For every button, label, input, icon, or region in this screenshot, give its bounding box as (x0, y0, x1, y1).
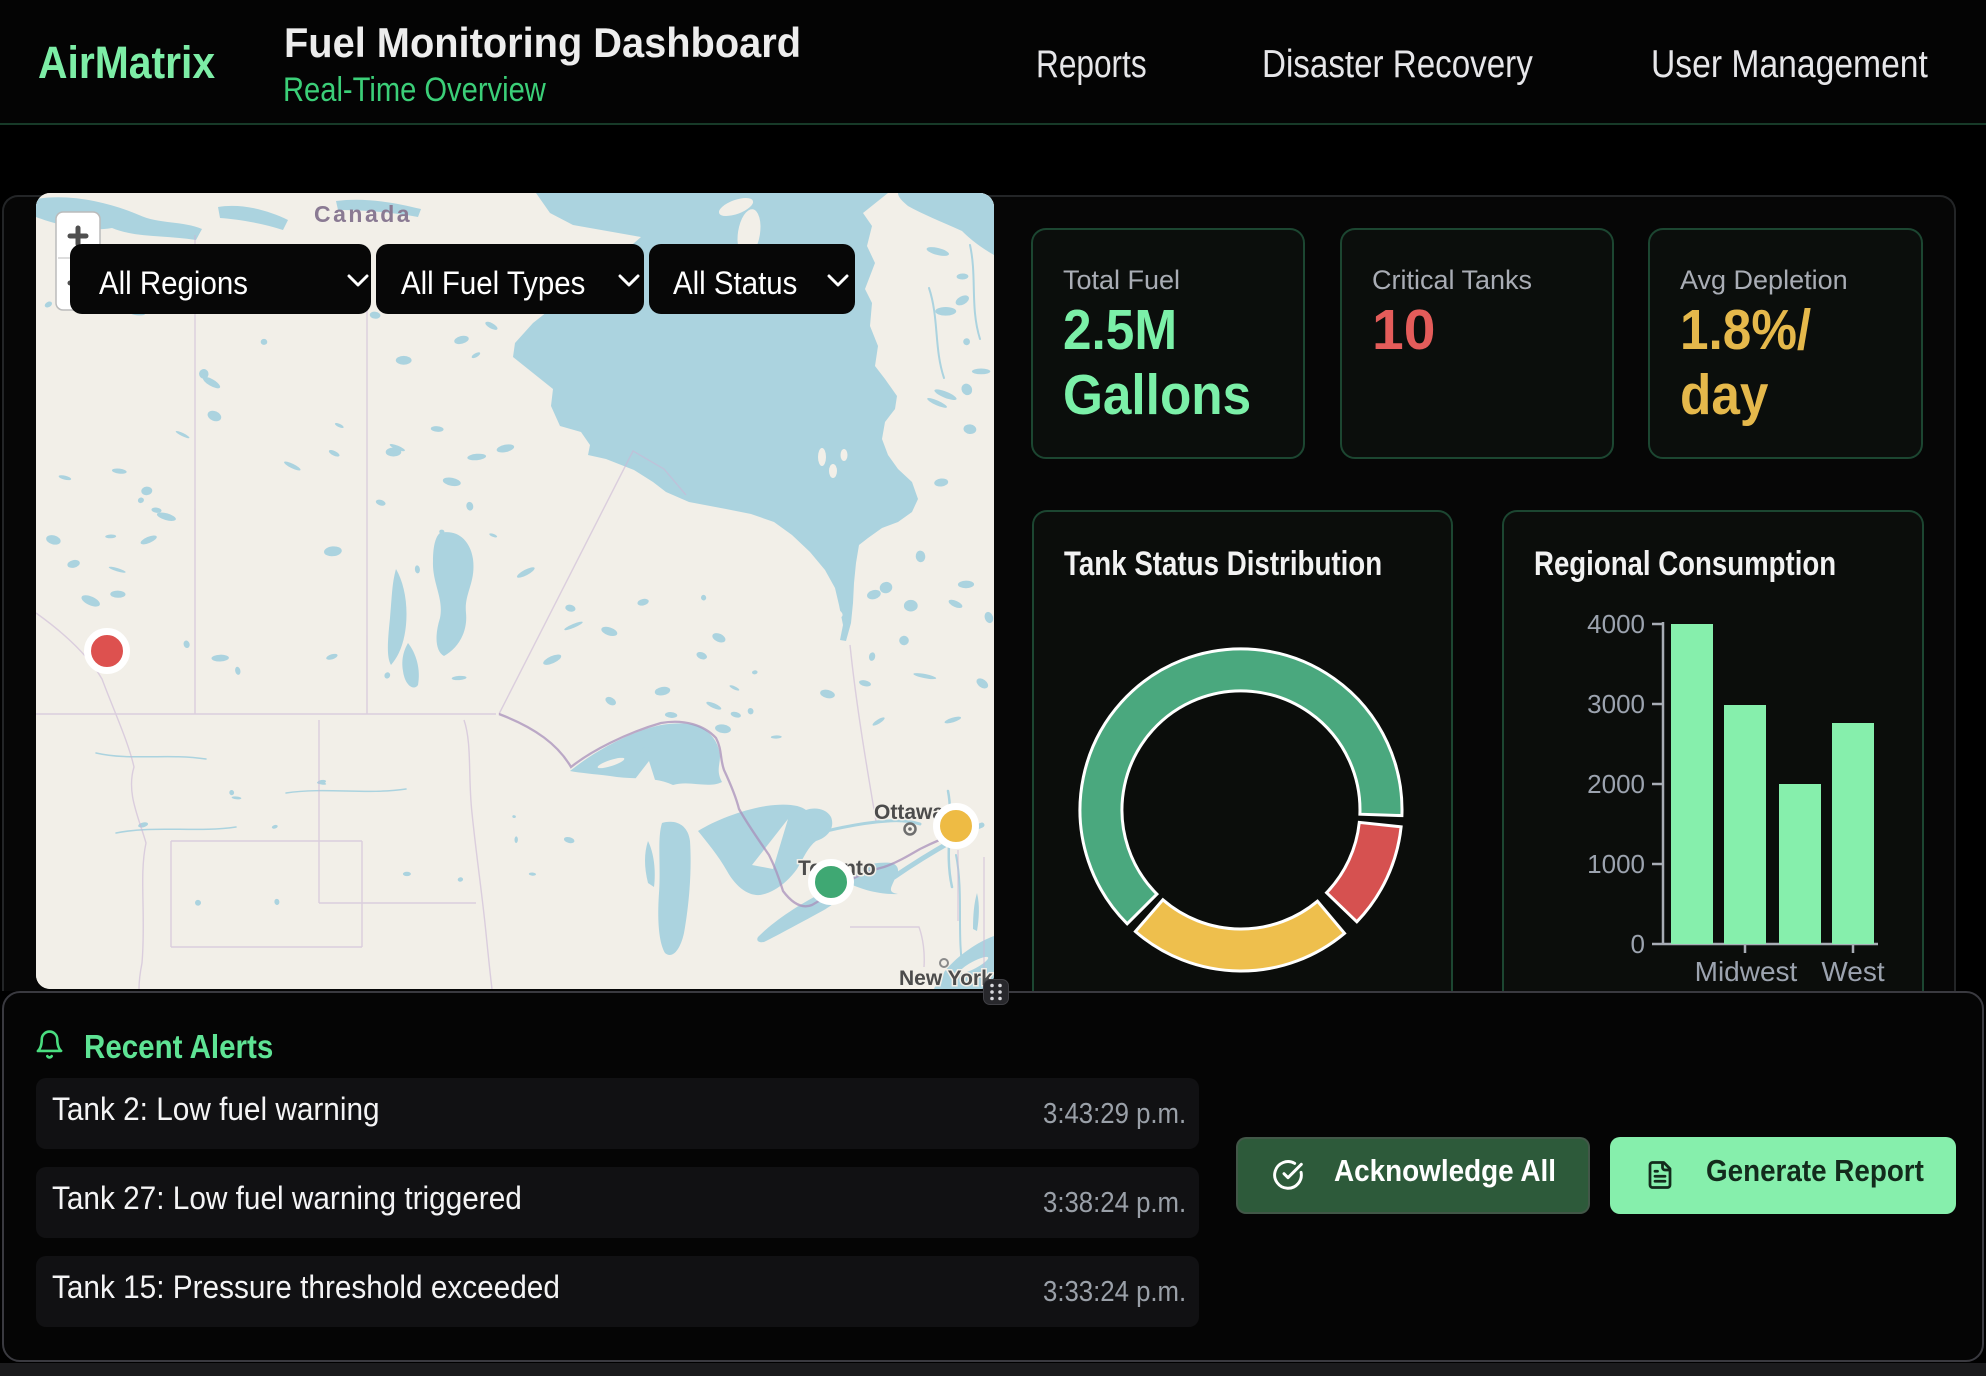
svg-text:West: West (1821, 956, 1884, 987)
svg-text:0: 0 (1631, 929, 1645, 959)
svg-text:2000: 2000 (1587, 769, 1645, 799)
svg-text:4000: 4000 (1587, 609, 1645, 639)
svg-text:3000: 3000 (1587, 689, 1645, 719)
svg-text:New York: New York (899, 967, 993, 989)
svg-text:1000: 1000 (1587, 849, 1645, 879)
svg-text:Canada: Canada (314, 201, 412, 227)
svg-text:Midwest: Midwest (1695, 956, 1798, 987)
